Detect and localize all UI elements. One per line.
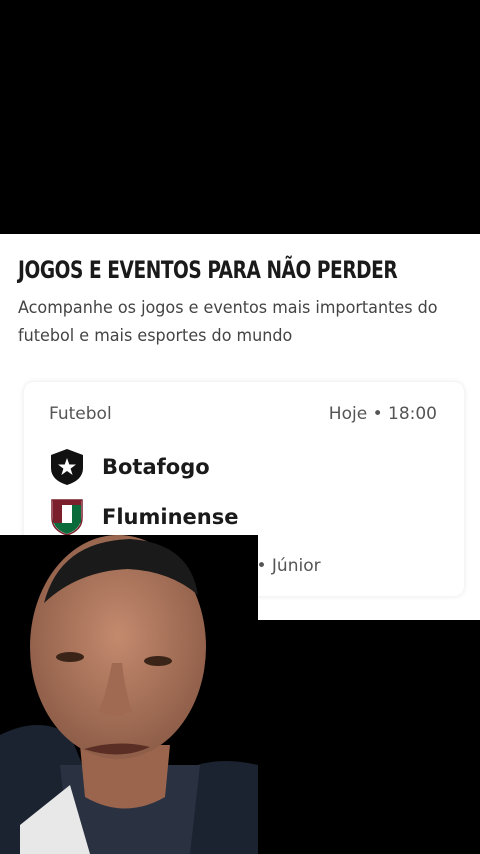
- fluminense-crest-icon: [51, 499, 83, 536]
- section-subtitle: Acompanhe os jogos e eventos mais import…: [18, 298, 438, 346]
- away-team-row[interactable]: Fluminense: [50, 498, 238, 536]
- match-time: Hoje • 18:00: [328, 404, 437, 424]
- webcam-overlay: [0, 535, 258, 854]
- person-video-image: [0, 535, 258, 854]
- sport-label: Futebol: [49, 404, 112, 424]
- home-team-row[interactable]: Botafogo: [50, 448, 210, 486]
- botafogo-crest-icon: [51, 449, 83, 485]
- section-title: JOGOS E EVENTOS PARA NÃO PERDER: [18, 256, 398, 284]
- away-team-name: Fluminense: [102, 505, 239, 529]
- home-team-name: Botafogo: [102, 455, 210, 479]
